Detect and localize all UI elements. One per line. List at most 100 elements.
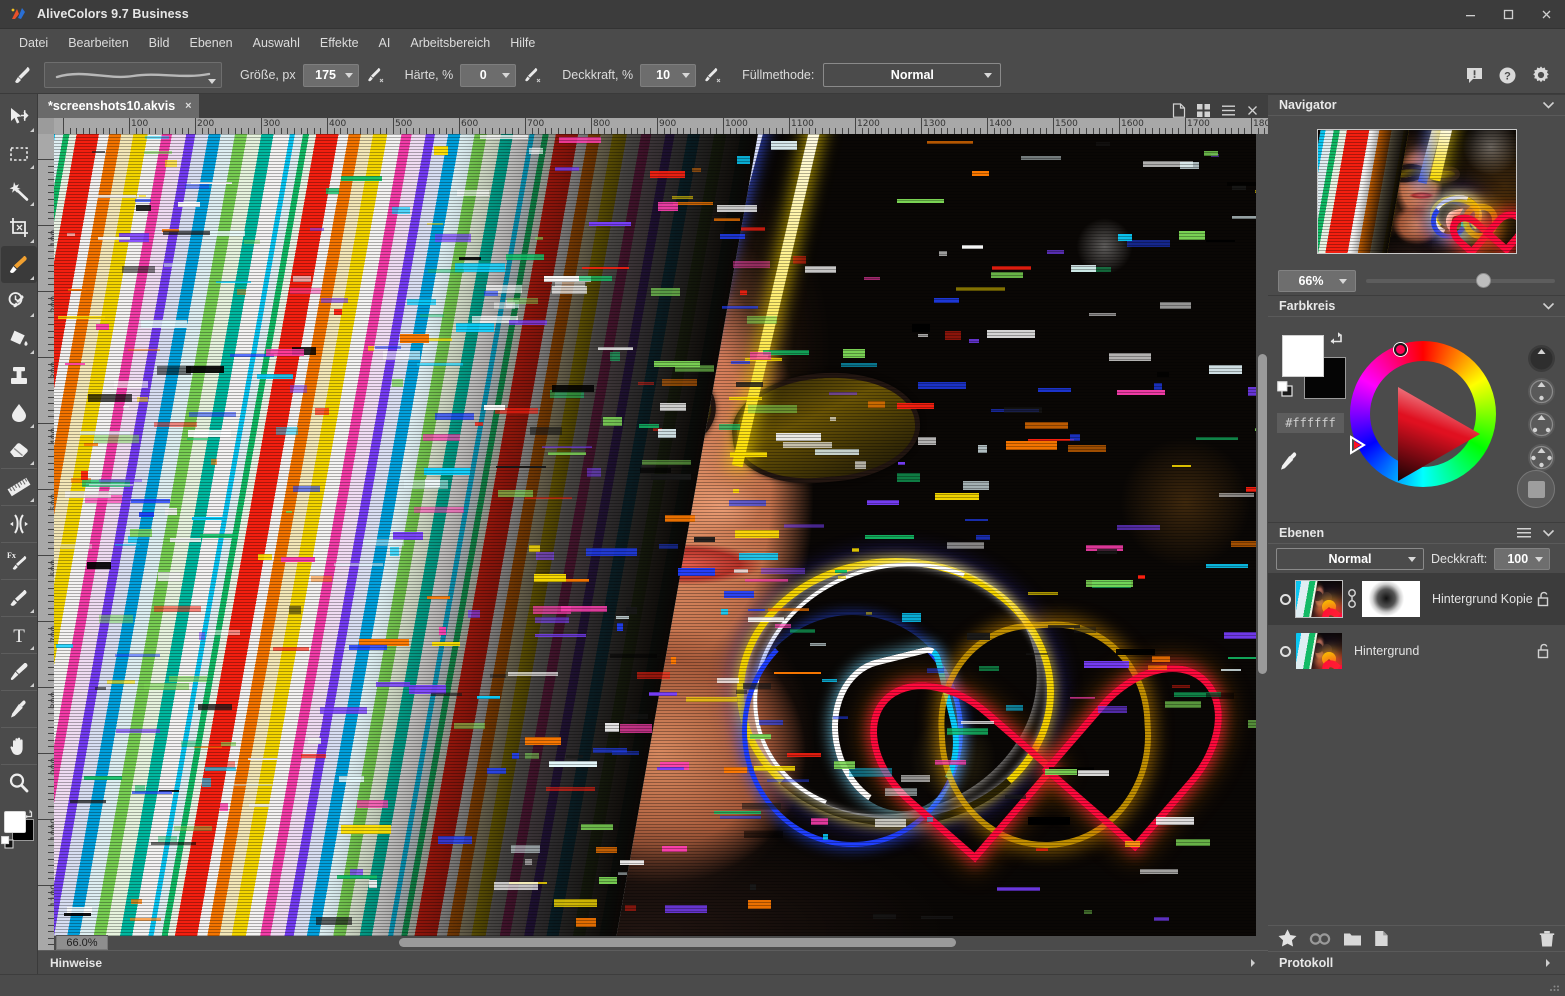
close-tab-icon[interactable]: × [185, 100, 191, 112]
harmony-triadic-button[interactable] [1528, 411, 1555, 438]
opacity-pressure-icon[interactable] [702, 65, 724, 85]
sidebar-tool-pen[interactable] [1, 653, 37, 690]
menu-item-ebenen[interactable]: Ebenen [181, 32, 242, 54]
canvas-zoom-status[interactable]: 66.0% [56, 935, 108, 950]
maximize-button[interactable] [1489, 0, 1527, 29]
hue-marker[interactable] [1394, 343, 1407, 356]
help-icon[interactable]: ? [1498, 66, 1517, 85]
layer-blend-mode-select[interactable]: Normal [1276, 548, 1424, 570]
settings-gear-icon[interactable] [1531, 65, 1551, 85]
sidebar-tool-smudge[interactable] [1, 579, 37, 616]
new-group-icon[interactable] [1343, 931, 1362, 947]
navigator-thumbnail[interactable] [1317, 129, 1517, 254]
layer-row[interactable]: Hintergrund [1268, 625, 1565, 677]
image-canvas[interactable] [54, 134, 1256, 936]
layer-name[interactable]: Hintergrund [1354, 644, 1419, 658]
new-document-icon[interactable] [1172, 103, 1186, 118]
layer-mask-thumbnail[interactable] [1362, 581, 1420, 617]
history-panel-header[interactable]: Protokoll [1268, 951, 1565, 974]
brush-preset-picker[interactable] [44, 62, 222, 88]
fill-mode-select[interactable]: Normal [823, 63, 1001, 87]
document-tab[interactable]: *screenshots10.akvis × [38, 94, 199, 118]
sidebar-tool-crop[interactable] [1, 209, 37, 246]
navigator-panel-header[interactable]: Navigator [1268, 94, 1565, 116]
harmony-complementary-button[interactable] [1528, 378, 1555, 405]
default-colors-icon[interactable] [1, 836, 14, 849]
scrollbar-thumb[interactable] [399, 938, 956, 947]
alert-icon[interactable] [1465, 66, 1484, 85]
layer-opacity-input[interactable]: 100 [1494, 548, 1550, 570]
layer-row[interactable]: Hintergrund Kopie [1268, 573, 1565, 625]
layer-name[interactable]: Hintergrund Kopie [1432, 592, 1533, 606]
layers-options-menu-icon[interactable] [1517, 527, 1531, 539]
menu-item-datei[interactable]: Datei [10, 32, 57, 54]
close-panel-icon[interactable] [1246, 104, 1259, 117]
layer-unlocked-icon[interactable] [1537, 591, 1551, 607]
vertical-ruler[interactable]: 100200300400500600700800900100011001200 [38, 134, 54, 950]
sidebar-tool-blur[interactable] [1, 394, 37, 431]
sidebar-tool-move[interactable] [1, 98, 37, 135]
color-wheel[interactable] [1350, 341, 1496, 487]
sidebar-tool-magic-wand[interactable] [1, 172, 37, 209]
sidebar-tool-text[interactable]: T [1, 616, 37, 653]
color-panel-menu-icon[interactable] [1543, 302, 1554, 310]
sidebar-tool-brush[interactable] [1, 246, 37, 283]
default-colors-icon[interactable] [1277, 381, 1293, 397]
chevron-right-icon[interactable] [1248, 958, 1258, 968]
menu-item-auswahl[interactable]: Auswahl [244, 32, 309, 54]
foreground-color-swatch[interactable] [4, 811, 26, 833]
eyedropper-icon[interactable] [1279, 450, 1300, 471]
layers-panel-header[interactable]: Ebenen [1268, 522, 1565, 544]
canvas-vertical-scrollbar[interactable] [1256, 134, 1268, 936]
favorite-star-icon[interactable] [1278, 929, 1297, 948]
foreground-color-swatch[interactable] [1282, 335, 1324, 377]
slider-knob[interactable] [1476, 273, 1491, 288]
layer-thumbnail[interactable] [1296, 633, 1342, 669]
layer-visibility-toggle[interactable] [1274, 646, 1296, 657]
layer-mask-link-icon[interactable] [1342, 588, 1362, 610]
harmony-tetradic-button[interactable] [1528, 444, 1555, 471]
hardness-input[interactable]: 0 [460, 64, 516, 87]
close-button[interactable] [1527, 0, 1565, 29]
sidebar-tool-eraser[interactable] [1, 431, 37, 468]
tile-view-icon[interactable] [1196, 103, 1211, 118]
menu-item-hilfe[interactable]: Hilfe [501, 32, 544, 54]
canvas-horizontal-scrollbar[interactable] [54, 936, 1256, 950]
menu-item-bearbeiten[interactable]: Bearbeiten [59, 32, 137, 54]
scrollbar-thumb[interactable] [1258, 354, 1267, 674]
sidebar-tool-marquee[interactable] [1, 135, 37, 172]
delete-layer-icon[interactable] [1539, 930, 1555, 948]
layer-visibility-toggle[interactable] [1274, 594, 1296, 605]
hex-color-input[interactable]: #ffffff [1277, 413, 1344, 433]
sidebar-tool-eyedropper[interactable] [1, 690, 37, 727]
navigator-zoom-select[interactable]: 66% [1278, 270, 1356, 292]
hardness-pressure-icon[interactable] [522, 65, 544, 85]
sidebar-tool-effects-brush[interactable]: Fx [1, 542, 37, 579]
size-pressure-icon[interactable] [365, 65, 387, 85]
horizontal-ruler[interactable]: 1002003004005006007008009001000110012001… [38, 118, 1268, 134]
sidebar-tool-clone-stamp[interactable] [1, 357, 37, 394]
color-panel-header[interactable]: Farbkreis [1268, 295, 1565, 317]
harmony-mono-button[interactable] [1528, 345, 1555, 372]
layer-thumbnail[interactable] [1296, 581, 1342, 617]
menu-item-ai[interactable]: AI [370, 32, 400, 54]
navigator-zoom-slider[interactable] [1366, 279, 1555, 283]
sidebar-tool-liquify[interactable] [1, 505, 37, 542]
brush-size-input[interactable]: 175 [303, 64, 359, 87]
sidebar-tool-hand[interactable] [1, 727, 37, 764]
color-mode-toggle-button[interactable] [1517, 470, 1555, 508]
navigator-menu-icon[interactable] [1543, 101, 1554, 109]
new-layer-icon[interactable] [1374, 930, 1389, 947]
link-layers-icon[interactable] [1309, 932, 1331, 946]
menu-item-bild[interactable]: Bild [140, 32, 179, 54]
list-menu-icon[interactable] [1221, 103, 1236, 118]
swap-colors-icon[interactable] [1329, 331, 1346, 346]
menu-item-arbeitsbereich[interactable]: Arbeitsbereich [401, 32, 499, 54]
sidebar-tool-history-brush[interactable] [1, 283, 37, 320]
sidebar-tool-paint-bucket[interactable] [1, 320, 37, 357]
opacity-input[interactable]: 10 [640, 64, 696, 87]
layer-unlocked-icon[interactable] [1537, 643, 1551, 659]
menu-item-effekte[interactable]: Effekte [311, 32, 368, 54]
sidebar-tool-ruler[interactable] [1, 468, 37, 505]
sidebar-tool-zoom[interactable] [1, 764, 37, 801]
